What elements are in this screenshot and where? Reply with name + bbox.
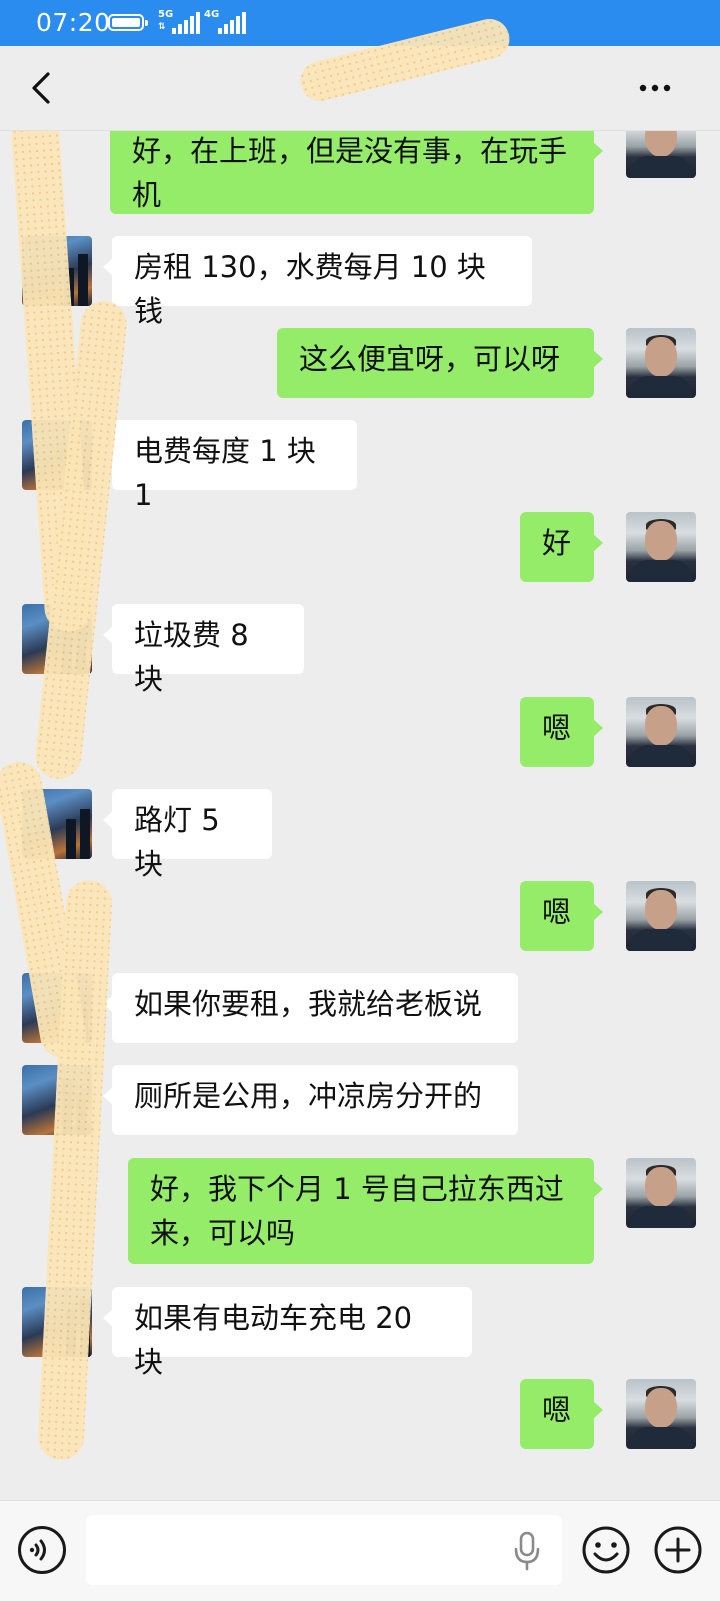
more-button[interactable] (630, 68, 680, 108)
message-bubble-incoming[interactable]: 如果你要租，我就给老板说 (103, 973, 518, 1043)
microphone-icon[interactable] (512, 1531, 542, 1571)
message-bubble-outgoing[interactable]: 这么便宜呀，可以呀 (277, 328, 603, 398)
chevron-left-icon (32, 72, 50, 104)
message-bubble-incoming[interactable]: 路灯 5 块 (103, 789, 272, 881)
plus-icon[interactable] (652, 1524, 704, 1576)
message-bubble-incoming[interactable]: 如果有电动车充电 20 块 (103, 1287, 472, 1379)
message-bubble-outgoing[interactable]: 嗯 (520, 1379, 603, 1449)
message-bubble-incoming[interactable]: 垃圾费 8 块 (103, 604, 304, 696)
back-button[interactable] (22, 66, 62, 110)
message-list[interactable]: 好，在上班，但是没有事，在玩手机 房租 130，水费每月 10 块钱 这么便宜呀… (0, 0, 720, 1600)
emoji-icon[interactable] (580, 1524, 632, 1576)
message-bubble-outgoing[interactable]: 好 (520, 512, 603, 582)
voice-toggle-button[interactable] (18, 1526, 66, 1574)
my-avatar[interactable] (626, 328, 696, 398)
input-bar (0, 1500, 720, 1601)
my-avatar[interactable] (626, 1379, 696, 1449)
message-bubble-outgoing[interactable]: 好，我下个月 1 号自己拉东西过来，可以吗 (128, 1158, 603, 1264)
more-dots-icon (639, 84, 671, 92)
message-bubble-outgoing[interactable]: 嗯 (520, 881, 603, 951)
message-input[interactable] (86, 1515, 562, 1585)
message-bubble-incoming[interactable]: 电费每度 1 块 1 (103, 420, 357, 512)
message-bubble-incoming[interactable]: 房租 130，水费每月 10 块钱 (103, 236, 532, 328)
voice-icon (29, 1539, 46, 1561)
my-avatar[interactable] (626, 1158, 696, 1228)
my-avatar[interactable] (626, 881, 696, 951)
message-bubble-outgoing[interactable]: 嗯 (520, 697, 603, 767)
my-avatar[interactable] (626, 512, 696, 582)
message-bubble-outgoing[interactable]: 好，在上班，但是没有事，在玩手机 (110, 120, 603, 214)
my-avatar[interactable] (626, 697, 696, 767)
message-bubble-incoming[interactable]: 厕所是公用，冲凉房分开的 (103, 1065, 518, 1135)
chat-header (0, 14, 720, 131)
